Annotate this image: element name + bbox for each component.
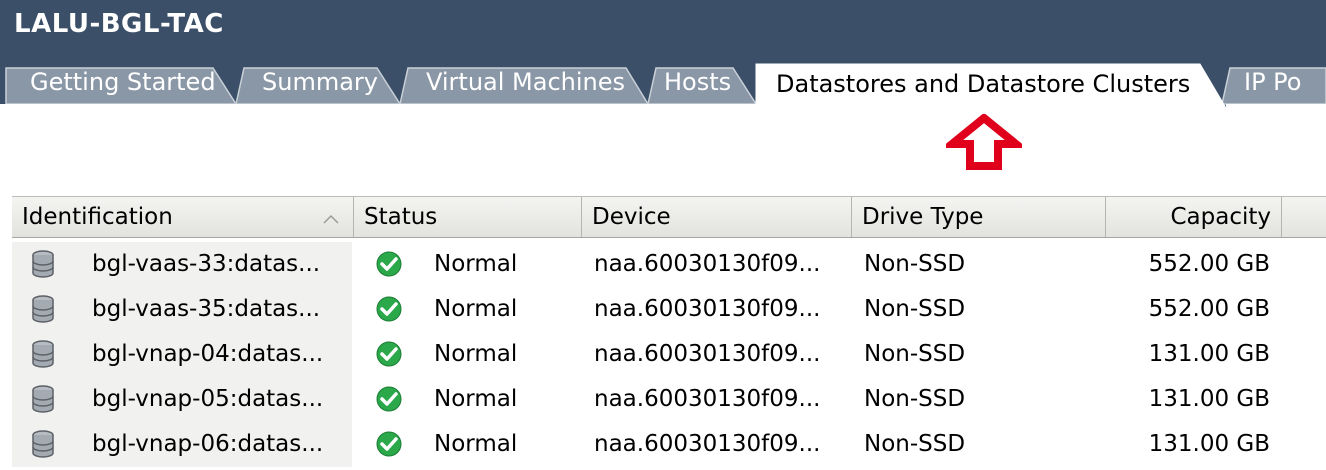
cell-drive-type: Non-SSD xyxy=(864,341,966,367)
datastore-icon xyxy=(32,430,54,458)
table-row[interactable]: bgl-vnap-04:datas... Normal naa.60030130… xyxy=(12,332,1326,377)
column-header-drive-type[interactable]: Drive Type xyxy=(852,197,1106,237)
table-row[interactable]: bgl-vaas-35:datas... Normal naa.60030130… xyxy=(12,287,1326,332)
cell-identification: bgl-vnap-04:datas... xyxy=(92,341,324,367)
table-header: Identification Status Device Drive Type … xyxy=(12,196,1326,238)
cell-capacity: 552.00 GB xyxy=(1148,296,1270,322)
status-ok-check-icon xyxy=(376,431,402,457)
cell-status: Normal xyxy=(434,341,518,367)
table-row[interactable]: bgl-vnap-05:datas... Normal naa.60030130… xyxy=(12,377,1326,422)
datastore-icon xyxy=(32,385,54,413)
column-header-extra xyxy=(1282,197,1326,237)
status-ok-check-icon xyxy=(376,386,402,412)
sort-ascending-icon xyxy=(323,214,339,224)
column-header-status[interactable]: Status xyxy=(354,197,582,237)
cell-device: naa.60030130f09... xyxy=(594,251,821,277)
cell-status: Normal xyxy=(434,296,518,322)
cell-device: naa.60030130f09... xyxy=(594,296,821,322)
column-header-capacity[interactable]: Capacity xyxy=(1106,197,1282,237)
cell-drive-type: Non-SSD xyxy=(864,296,966,322)
column-header-identification-label: Identification xyxy=(22,204,173,230)
window-header: LALU-BGL-TAC Getting Started Summary Vir… xyxy=(0,0,1326,108)
column-header-device[interactable]: Device xyxy=(582,197,852,237)
status-ok-check-icon xyxy=(376,296,402,322)
tab-getting-started-label[interactable]: Getting Started xyxy=(30,60,216,104)
datastore-icon xyxy=(32,250,54,278)
cell-capacity: 131.00 GB xyxy=(1148,431,1270,457)
cell-identification: bgl-vnap-05:datas... xyxy=(92,386,324,412)
column-header-identification[interactable]: Identification xyxy=(12,197,354,237)
status-ok-check-icon xyxy=(376,251,402,277)
status-ok-check-icon xyxy=(376,341,402,367)
tab-summary-label[interactable]: Summary xyxy=(262,60,378,104)
cell-status: Normal xyxy=(434,431,518,457)
tab-datastores-label[interactable]: Datastores and Datastore Clusters xyxy=(776,62,1190,106)
cell-capacity: 131.00 GB xyxy=(1148,386,1270,412)
cell-identification: bgl-vaas-33:datas... xyxy=(92,251,321,277)
cell-device: naa.60030130f09... xyxy=(594,431,821,457)
cell-status: Normal xyxy=(434,386,518,412)
datastore-table: Identification Status Device Drive Type … xyxy=(0,196,1326,470)
cell-capacity: 552.00 GB xyxy=(1148,251,1270,277)
cell-device: naa.60030130f09... xyxy=(594,341,821,367)
tab-ip-pools-label[interactable]: IP Po xyxy=(1244,60,1301,104)
cell-drive-type: Non-SSD xyxy=(864,431,966,457)
table-row[interactable]: bgl-vaas-33:datas... Normal naa.60030130… xyxy=(12,242,1326,287)
cell-status: Normal xyxy=(434,251,518,277)
red-up-arrow-icon xyxy=(946,114,1022,170)
cell-capacity: 131.00 GB xyxy=(1148,341,1270,367)
cell-drive-type: Non-SSD xyxy=(864,386,966,412)
tab-hosts-label[interactable]: Hosts xyxy=(664,60,731,104)
cell-identification: bgl-vnap-06:datas... xyxy=(92,431,324,457)
table-row[interactable]: bgl-vnap-06:datas... Normal naa.60030130… xyxy=(12,422,1326,467)
tab-virtual-machines-label[interactable]: Virtual Machines xyxy=(426,60,625,104)
datastore-icon xyxy=(32,295,54,323)
cell-drive-type: Non-SSD xyxy=(864,251,966,277)
cell-device: naa.60030130f09... xyxy=(594,386,821,412)
cell-identification: bgl-vaas-35:datas... xyxy=(92,296,321,322)
datastore-icon xyxy=(32,340,54,368)
